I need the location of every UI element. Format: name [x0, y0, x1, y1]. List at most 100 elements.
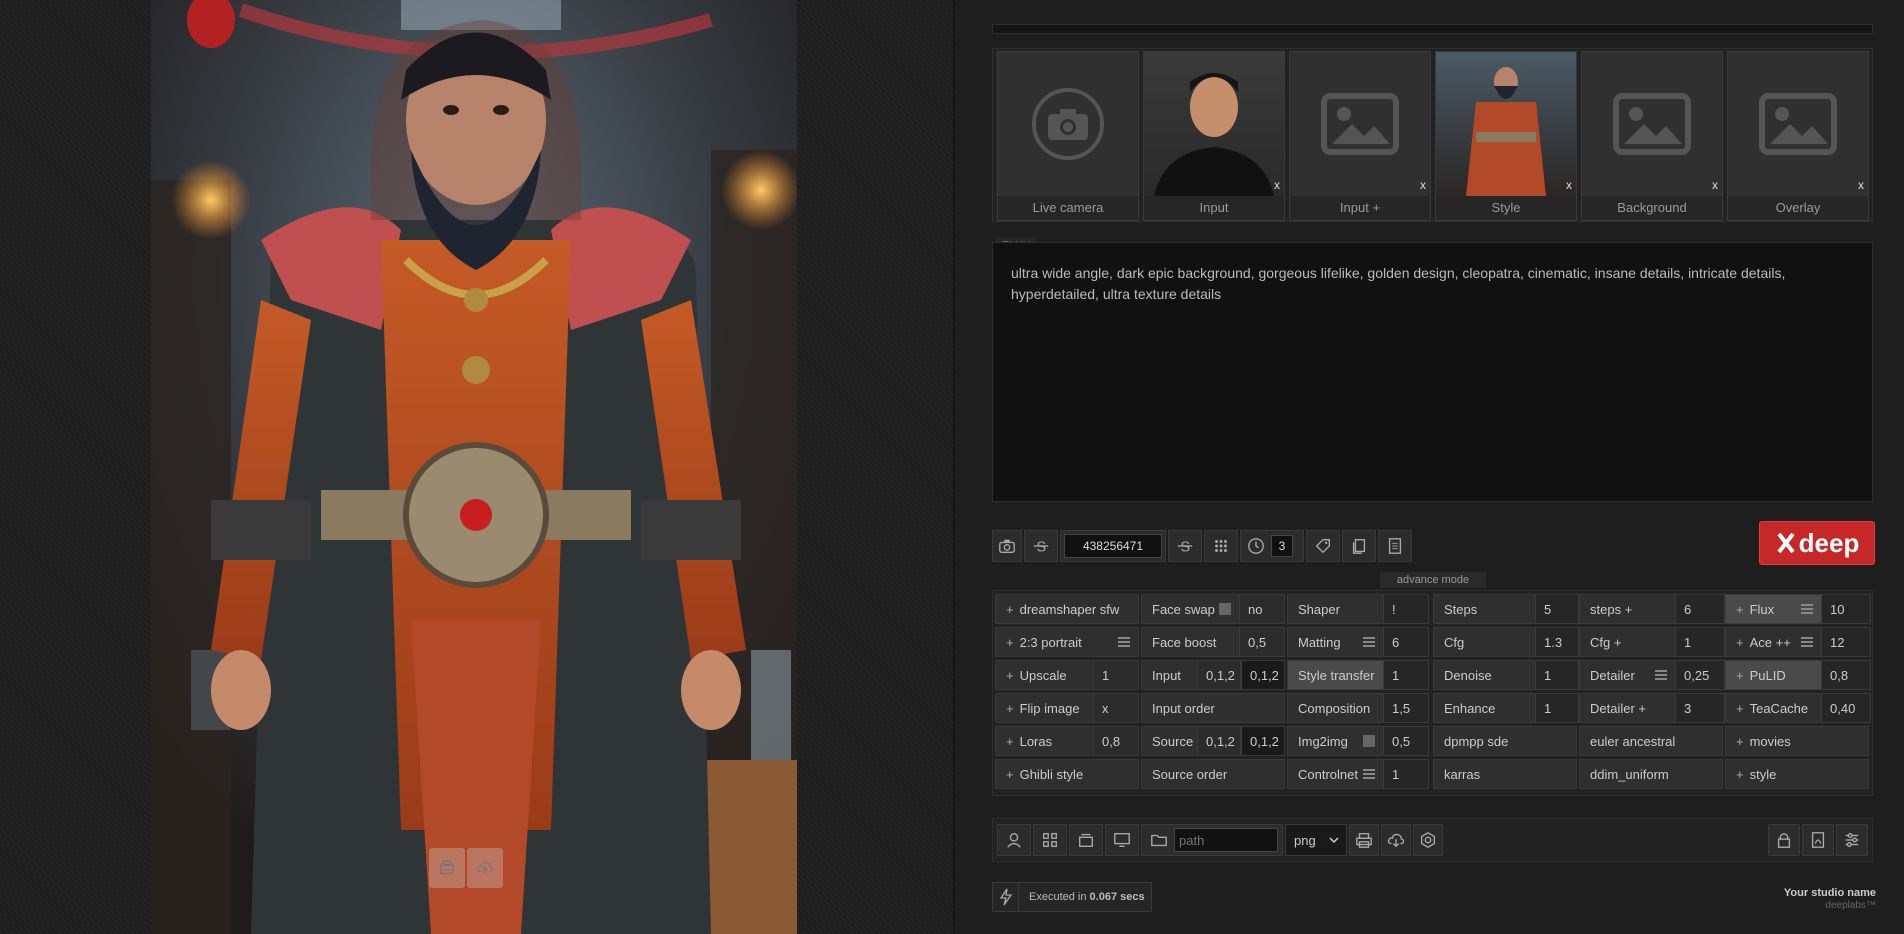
setting-col6-0[interactable]: + Flux 10 — [1725, 594, 1871, 624]
setting-value[interactable]: 1 — [1093, 660, 1139, 690]
setting-col2-5[interactable]: Source order — [1141, 759, 1285, 789]
setting-value[interactable]: 0,5 — [1383, 726, 1429, 756]
setting-col5-2[interactable]: Detailer 0,25 — [1579, 660, 1725, 690]
setting-col1-2[interactable]: + Upscale 1 — [995, 660, 1139, 690]
batch-control[interactable]: 3 — [1240, 530, 1304, 562]
setting-col6-3[interactable]: + TeaCache 0,40 — [1725, 693, 1871, 723]
setting-col1-4[interactable]: + Loras 0,8 — [995, 726, 1139, 756]
tile-input-plus[interactable]: x Input + — [1289, 51, 1431, 221]
setting-col6-2[interactable]: + PuLID 0,8 — [1725, 660, 1871, 690]
setting-value[interactable]: x — [1093, 693, 1139, 723]
save-image-button[interactable] — [429, 848, 465, 888]
print-button[interactable] — [1349, 824, 1379, 856]
setting-value[interactable]: 0,25 — [1675, 660, 1725, 690]
cloud-download-button[interactable] — [1381, 824, 1411, 856]
setting-col3-5[interactable]: Controlnet 1 — [1287, 759, 1429, 789]
menu-icon[interactable] — [1801, 637, 1813, 647]
checkbox[interactable] — [1363, 735, 1375, 747]
setting-value[interactable]: 0,8 — [1821, 660, 1871, 690]
setting-value[interactable]: 0,1,2 — [1197, 726, 1241, 756]
setting-value[interactable]: 0,8 — [1093, 726, 1139, 756]
setting-col2-4[interactable]: Source 0,1,2 0,1,2 — [1141, 726, 1285, 756]
setting-value[interactable]: 1,5 — [1383, 693, 1429, 723]
setting-col3-2[interactable]: Style transfer 1 — [1287, 660, 1429, 690]
tile-style[interactable]: x Style — [1435, 51, 1577, 221]
setting-value[interactable]: 10 — [1821, 594, 1871, 624]
generate-button[interactable]: deep — [1759, 521, 1875, 565]
setting-value[interactable]: 1 — [1535, 660, 1579, 690]
setting-value[interactable]: 1 — [1535, 693, 1579, 723]
display-button[interactable] — [1105, 824, 1139, 856]
setting-value[interactable]: 6 — [1383, 627, 1429, 657]
menu-icon[interactable] — [1363, 637, 1375, 647]
setting-col5-5[interactable]: ddim_uniform — [1579, 759, 1723, 789]
setting-col3-4[interactable]: Img2img 0,5 — [1287, 726, 1429, 756]
seed-field[interactable]: 438256471 — [1060, 530, 1166, 562]
setting-col1-3[interactable]: + Flip image x — [995, 693, 1139, 723]
setting-value-2[interactable]: 0,1,2 — [1241, 726, 1285, 756]
menu-icon[interactable] — [1655, 670, 1667, 680]
setting-value[interactable]: 5 — [1535, 594, 1579, 624]
setting-col4-0[interactable]: Steps 5 — [1433, 594, 1579, 624]
setting-col1-1[interactable]: +2:3 portrait — [995, 627, 1139, 657]
setting-col4-1[interactable]: Cfg 1.3 — [1433, 627, 1579, 657]
setting-value[interactable]: 0,5 — [1239, 627, 1285, 657]
seed-random-button[interactable]: S — [1024, 530, 1058, 562]
setting-value[interactable]: ! — [1383, 594, 1429, 624]
checkbox[interactable] — [1219, 603, 1231, 615]
menu-icon[interactable] — [1118, 637, 1130, 647]
snapshot-button[interactable] — [992, 530, 1022, 562]
remove-input-button[interactable]: x — [1274, 178, 1280, 192]
setting-col4-5[interactable]: karras — [1433, 759, 1577, 789]
setting-col3-0[interactable]: Shaper! — [1287, 594, 1429, 624]
tile-input[interactable]: x Input — [1143, 51, 1285, 221]
seed-lock-button[interactable]: S — [1168, 530, 1202, 562]
grid-button[interactable] — [1204, 530, 1238, 562]
tile-overlay[interactable]: x Overlay — [1727, 51, 1869, 221]
setting-value-2[interactable]: 0,1,2 — [1241, 660, 1285, 690]
setting-col5-3[interactable]: Detailer + 3 — [1579, 693, 1725, 723]
setting-value[interactable]: 12 — [1821, 627, 1871, 657]
tile-background[interactable]: x Background — [1581, 51, 1723, 221]
notes-button[interactable] — [1378, 530, 1412, 562]
setting-col3-1[interactable]: Matting 6 — [1287, 627, 1429, 657]
setting-col4-2[interactable]: Denoise 1 — [1433, 660, 1579, 690]
setting-col2-3[interactable]: Input order — [1141, 693, 1285, 723]
sliders-button[interactable] — [1836, 824, 1868, 856]
settings-hex-button[interactable] — [1413, 824, 1443, 856]
prompt-input[interactable]: ultra wide angle, dark epic background, … — [992, 242, 1873, 502]
setting-col4-4[interactable]: dpmpp sde — [1433, 726, 1577, 756]
menu-icon[interactable] — [1801, 604, 1813, 614]
setting-col2-0[interactable]: Face swap no — [1141, 594, 1285, 624]
setting-col6-4[interactable]: + movies — [1725, 726, 1869, 756]
advance-mode-label[interactable]: advance mode — [1380, 572, 1486, 588]
remove-background-button[interactable]: x — [1712, 178, 1718, 192]
setting-value[interactable]: 1 — [1675, 627, 1725, 657]
setting-value[interactable]: 6 — [1675, 594, 1725, 624]
setting-col5-0[interactable]: steps + 6 — [1579, 594, 1725, 624]
remove-overlay-button[interactable]: x — [1858, 178, 1864, 192]
format-select[interactable]: png — [1285, 824, 1347, 856]
setting-value[interactable]: 1.3 — [1535, 627, 1579, 657]
setting-value[interactable]: 3 — [1675, 693, 1725, 723]
layers-button[interactable] — [1069, 824, 1103, 856]
menu-icon[interactable] — [1363, 769, 1375, 779]
generated-image[interactable] — [151, 0, 797, 934]
gallery-button[interactable] — [1033, 824, 1067, 856]
tag-button[interactable] — [1306, 530, 1340, 562]
user-button[interactable] — [997, 824, 1031, 856]
setting-col1-0[interactable]: + dreamshaper sfw — [995, 594, 1139, 624]
setting-col5-1[interactable]: Cfg + 1 — [1579, 627, 1725, 657]
remove-input-plus-button[interactable]: x — [1420, 178, 1426, 192]
path-input[interactable] — [1174, 828, 1278, 852]
setting-col1-5[interactable]: + Ghibli style — [995, 759, 1139, 789]
setting-value[interactable]: no — [1239, 594, 1285, 624]
setting-col2-2[interactable]: Input 0,1,2 0,1,2 — [1141, 660, 1285, 690]
pdf-button[interactable] — [1802, 824, 1834, 856]
setting-col6-1[interactable]: + Ace ++ 12 — [1725, 627, 1871, 657]
setting-col2-1[interactable]: Face boost 0,5 — [1141, 627, 1285, 657]
setting-value[interactable]: 0,40 — [1821, 693, 1871, 723]
setting-col5-4[interactable]: euler ancestral — [1579, 726, 1723, 756]
folder-icon[interactable] — [1150, 831, 1168, 849]
tile-live-camera[interactable]: Live camera — [997, 51, 1139, 221]
